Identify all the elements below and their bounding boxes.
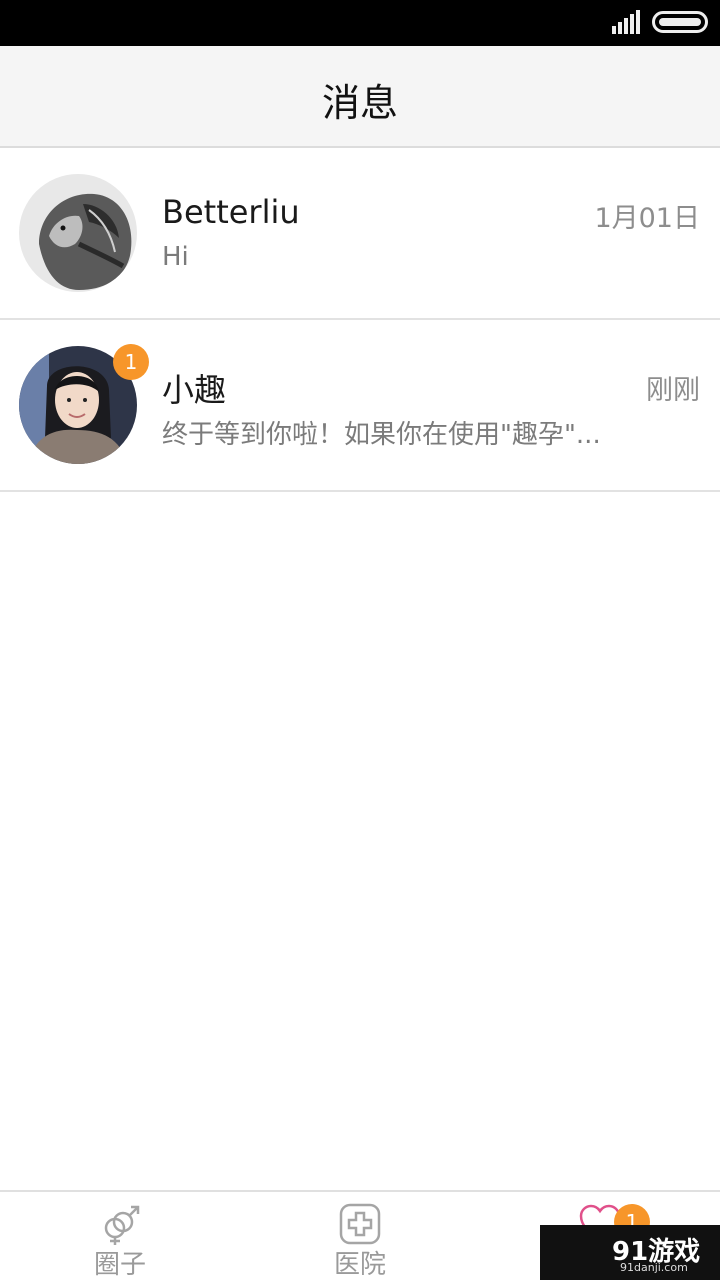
status-bar (0, 0, 720, 46)
conversation-list: Betterliu 1月01日 Hi 1 小趣 刚刚 终于等到你啦！如果你在使用… (0, 148, 720, 492)
unread-badge: 1 (113, 344, 149, 380)
watermark: 91游戏 91danji.com (540, 1225, 720, 1280)
signal-icon (612, 10, 642, 34)
lion-avatar-image (19, 174, 137, 292)
battery-icon (652, 11, 708, 33)
gender-icon (104, 1205, 140, 1245)
nav-bar: 消息 (0, 46, 720, 148)
conversation-item[interactable]: Betterliu 1月01日 Hi (0, 148, 720, 320)
conversation-time: 1月01日 (594, 203, 700, 234)
tab-hospital[interactable]: 医院 (240, 1192, 480, 1280)
conversation-item[interactable]: 1 小趣 刚刚 终于等到你啦！如果你在使用"趣孕"... (0, 320, 720, 492)
tab-circle[interactable]: 圈子 (0, 1192, 240, 1280)
page-title: 消息 (321, 81, 398, 125)
conversation-preview: 终于等到你啦！如果你在使用"趣孕"... (162, 420, 601, 450)
watermark-url: 91danji.com (620, 1261, 688, 1274)
tab-label: 医院 (333, 1250, 386, 1280)
avatar[interactable] (19, 174, 137, 292)
conversation-name: 小趣 (162, 371, 227, 409)
conversation-preview: Hi (162, 242, 189, 272)
conversation-name: Betterliu (162, 193, 300, 231)
hospital-plus-icon (339, 1203, 381, 1245)
conversation-time: 刚刚 (646, 375, 700, 406)
tab-label: 圈子 (93, 1250, 146, 1280)
